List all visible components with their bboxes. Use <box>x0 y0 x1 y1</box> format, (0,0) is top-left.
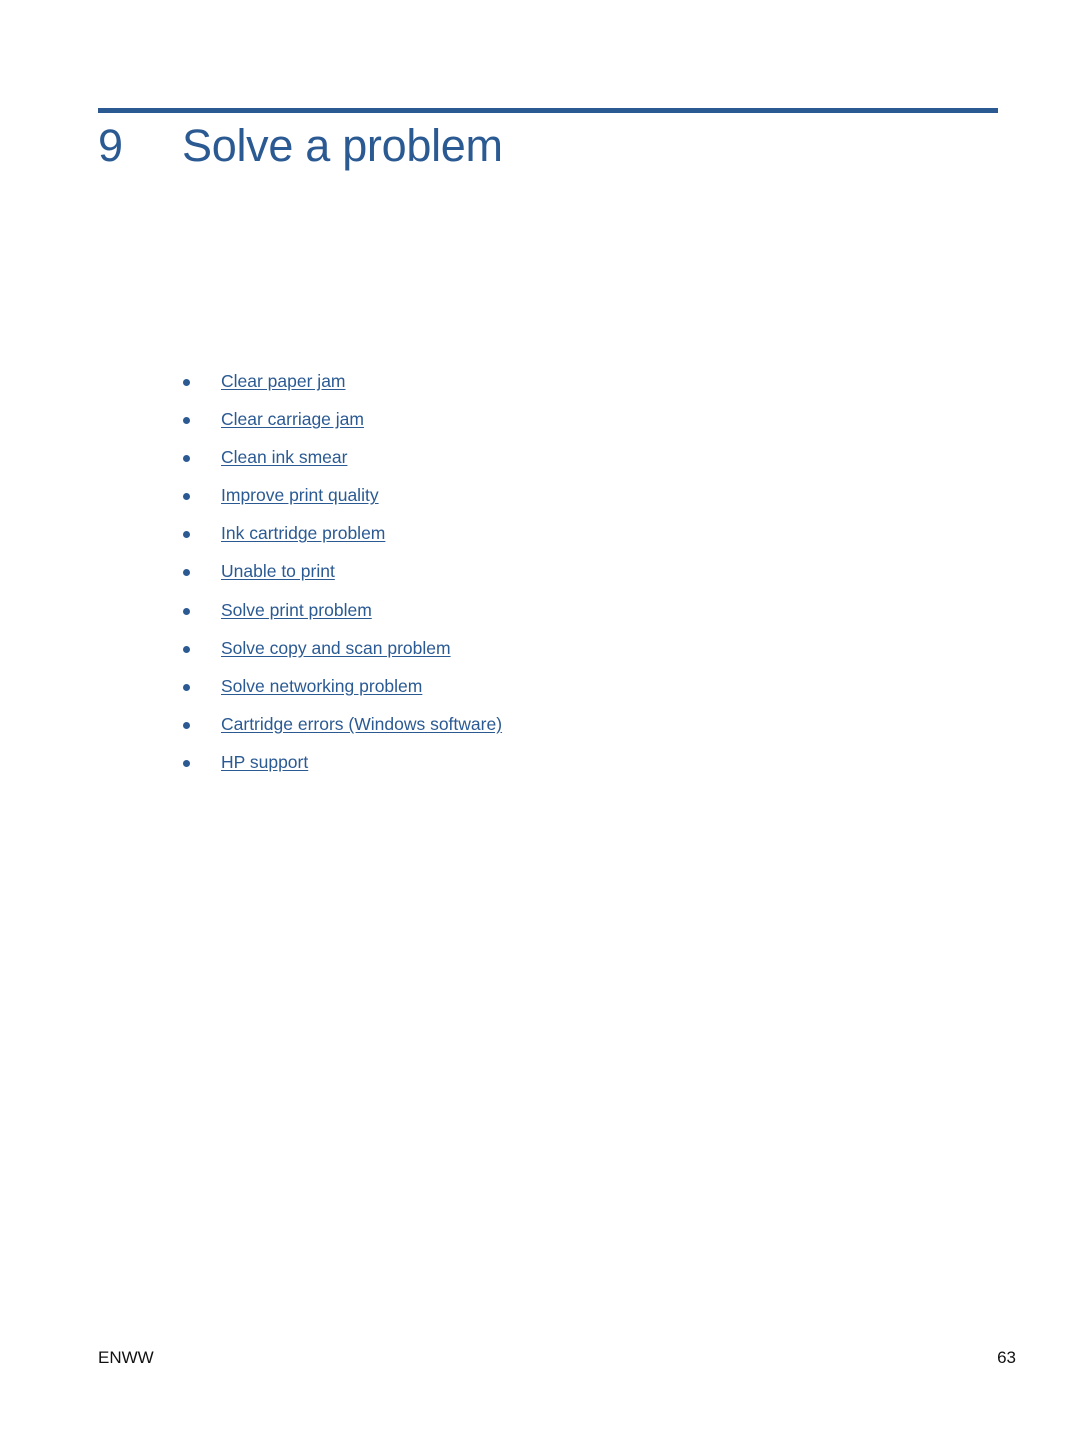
link-solve-print-problem[interactable]: Solve print problem <box>221 598 372 622</box>
bullet-icon <box>183 569 190 577</box>
link-unable-to-print[interactable]: Unable to print <box>221 559 335 583</box>
page-number: 63 <box>997 1348 1016 1367</box>
bullet-icon <box>183 531 190 539</box>
link-clean-ink-smear[interactable]: Clean ink smear <box>221 445 347 469</box>
bullet-icon <box>183 721 190 729</box>
chapter-heading: 9 Solve a problem <box>98 118 503 178</box>
link-clear-paper-jam[interactable]: Clear paper jam <box>221 369 346 393</box>
bullet-icon <box>183 379 190 386</box>
bullet-icon <box>183 417 190 425</box>
bullet-icon <box>183 607 190 615</box>
bullet-icon <box>183 645 190 653</box>
link-cartridge-errors[interactable]: Cartridge errors (Windows software) <box>221 712 502 736</box>
bullet-icon <box>183 493 190 501</box>
bullet-icon <box>183 759 190 767</box>
link-clear-carriage-jam[interactable]: Clear carriage jam <box>221 407 364 431</box>
link-solve-copy-scan-problem[interactable]: Solve copy and scan problem <box>221 636 451 660</box>
link-solve-networking-problem[interactable]: Solve networking problem <box>221 674 422 698</box>
link-hp-support[interactable]: HP support <box>221 750 308 774</box>
footer-locale: ENWW <box>98 1348 154 1367</box>
chapter-rule <box>98 108 998 113</box>
link-improve-print-quality[interactable]: Improve print quality <box>221 483 379 507</box>
chapter-title: Solve a problem <box>182 120 503 171</box>
bullet-icon <box>183 683 190 691</box>
link-ink-cartridge-problem[interactable]: Ink cartridge problem <box>221 521 385 545</box>
chapter-number: 9 <box>98 120 123 171</box>
bullet-icon <box>183 455 190 463</box>
